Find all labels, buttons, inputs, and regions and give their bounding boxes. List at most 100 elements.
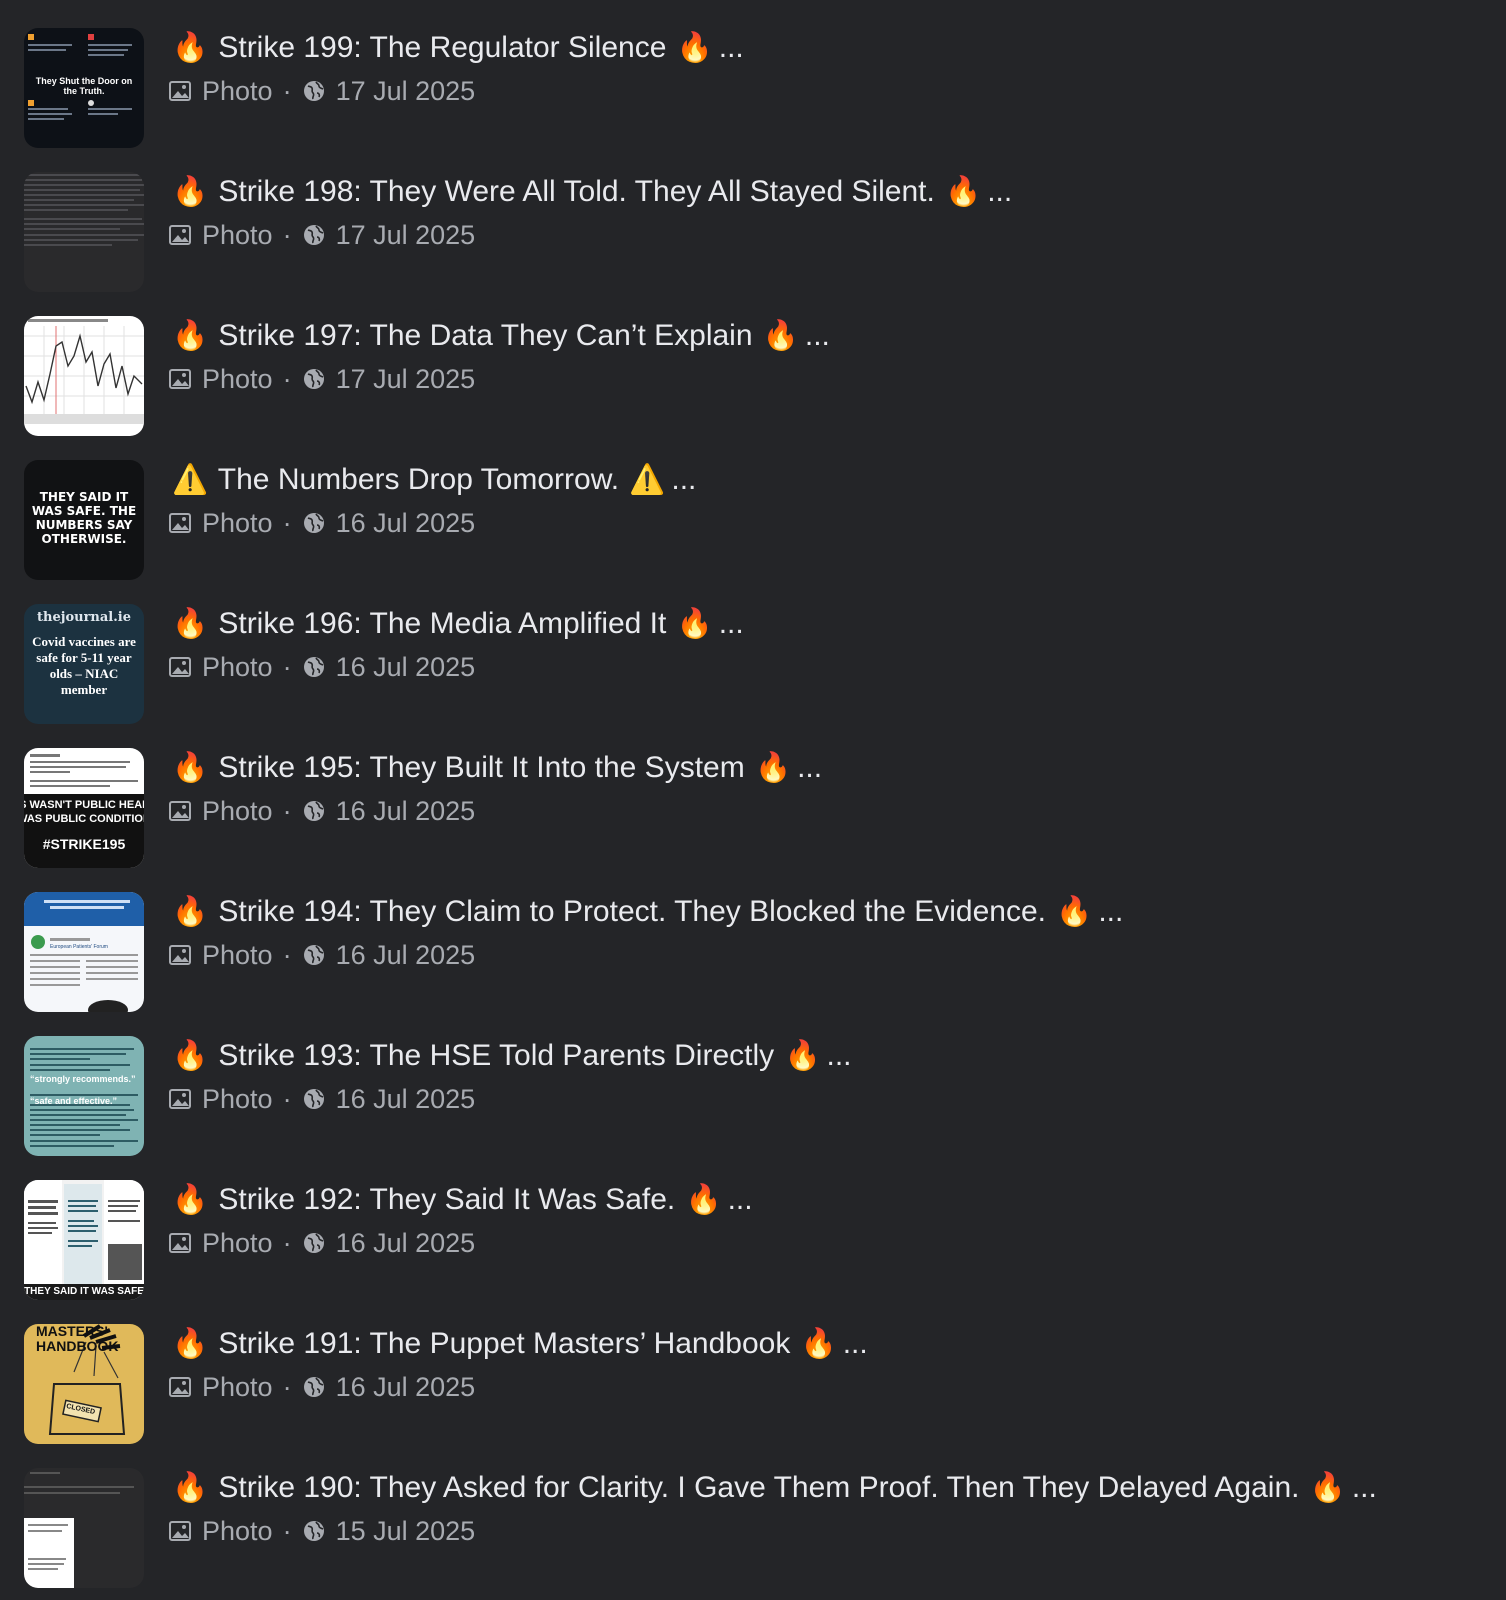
post-thumbnail[interactable]: THEY SAID IT WAS SAFE. THE NUMBERS SAY O… (24, 460, 144, 580)
post-title[interactable]: 🔥 Strike 198: They Were All Told. They A… (170, 172, 1012, 212)
post-thumbnail[interactable]: S WASN'T PUBLIC HEALWAS PUBLIC CONDITION… (24, 748, 144, 868)
post-meta: Photo · 17 Jul 2025 (168, 218, 475, 252)
post-date[interactable]: 17 Jul 2025 (336, 74, 476, 108)
thumbnail-quote: “safe and effective.” (30, 1096, 118, 1106)
warning-icon: ⚠️ (171, 464, 209, 496)
post-date[interactable]: 17 Jul 2025 (336, 362, 476, 396)
post-date[interactable]: 17 Jul 2025 (336, 218, 476, 252)
meta-separator: · (282, 1516, 292, 1546)
thumbnail-caption: European Patients' Forum (50, 944, 108, 950)
globe-icon (302, 1375, 326, 1399)
post-thumbnail[interactable] (24, 172, 144, 292)
list-item[interactable]: S WASN'T PUBLIC HEALWAS PUBLIC CONDITION… (0, 720, 1506, 868)
globe-icon (302, 367, 326, 391)
more-ellipsis[interactable]: ... (987, 175, 1012, 208)
list-item[interactable]: 🔥 Strike 197: The Data They Can’t Explai… (0, 288, 1506, 436)
globe-icon (302, 1231, 326, 1255)
post-title[interactable]: 🔥 Strike 194: They Claim to Protect. The… (170, 892, 1123, 932)
fire-icon: 🔥 (171, 896, 209, 928)
meta-separator: · (282, 364, 292, 394)
photo-icon (168, 367, 192, 391)
thumbnail-caption: MASTERS' HANDBOOK (36, 1324, 119, 1354)
post-thumbnail[interactable] (24, 316, 144, 436)
post-thumbnail[interactable]: European Patients' Forum (24, 892, 144, 1012)
fire-icon: 🔥 (1309, 1472, 1346, 1504)
more-ellipsis[interactable]: ... (797, 751, 822, 784)
list-item[interactable]: MASTERS' HANDBOOK CLOSED 🔥 Strike 191: T… (0, 1296, 1506, 1444)
post-title-text: Strike 194: They Claim to Protect. They … (218, 895, 1046, 928)
post-thumbnail[interactable]: They Shut the Door on the Truth. (24, 28, 144, 148)
globe-icon (302, 799, 326, 823)
post-date[interactable]: 15 Jul 2025 (336, 1514, 476, 1548)
meta-separator: · (282, 940, 292, 970)
fire-icon: 🔥 (800, 1328, 837, 1360)
post-date[interactable]: 16 Jul 2025 (336, 1226, 476, 1260)
post-title[interactable]: 🔥 Strike 197: The Data They Can’t Explai… (170, 316, 830, 356)
post-title[interactable]: 🔥 Strike 192: They Said It Was Safe. 🔥..… (170, 1180, 753, 1220)
post-thumbnail[interactable]: “strongly recommends.” “safe and effecti… (24, 1036, 144, 1156)
meta-separator: · (282, 1372, 292, 1402)
fire-icon: 🔥 (171, 32, 209, 64)
fire-icon: 🔥 (784, 1040, 821, 1072)
list-item[interactable]: European Patients' Forum 🔥 Strike 194: T… (0, 864, 1506, 1012)
meta-separator: · (282, 76, 292, 106)
post-date[interactable]: 16 Jul 2025 (336, 1082, 476, 1116)
fire-icon: 🔥 (1056, 896, 1093, 928)
more-ellipsis[interactable]: ... (719, 607, 744, 640)
thumbnail-caption: #STRIKE195 (42, 836, 126, 852)
more-ellipsis[interactable]: ... (671, 463, 696, 496)
globe-icon (302, 79, 326, 103)
meta-separator: · (282, 652, 292, 682)
post-title[interactable]: 🔥 Strike 190: They Asked for Clarity. I … (170, 1468, 1377, 1508)
thumbnail-caption: They Shut the Door on the Truth. (35, 76, 133, 96)
list-item[interactable]: THEY SAID IT WAS SAFE 🔥 Strike 192: They… (0, 1152, 1506, 1300)
fire-icon: 🔥 (676, 608, 713, 640)
post-type: Photo (202, 1372, 273, 1402)
post-thumbnail[interactable]: THEY SAID IT WAS SAFE (24, 1180, 144, 1300)
warning-icon: ⚠️ (629, 464, 666, 496)
list-item[interactable]: thejournal.ie Covid vaccines are safe fo… (0, 576, 1506, 724)
more-ellipsis[interactable]: ... (805, 319, 830, 352)
post-thumbnail[interactable] (24, 1468, 144, 1588)
photo-icon (168, 1375, 192, 1399)
more-ellipsis[interactable]: ... (843, 1327, 868, 1360)
post-title-text: Strike 197: The Data They Can’t Explain (218, 319, 753, 352)
post-date[interactable]: 16 Jul 2025 (336, 650, 476, 684)
fire-icon: 🔥 (685, 1184, 722, 1216)
meta-separator: · (282, 1228, 292, 1258)
post-meta: Photo · 15 Jul 2025 (168, 1514, 475, 1548)
list-item[interactable]: “strongly recommends.” “safe and effecti… (0, 1008, 1506, 1156)
list-item[interactable]: They Shut the Door on the Truth. 🔥 Strik… (0, 0, 1506, 148)
post-type: Photo (202, 220, 273, 250)
post-date[interactable]: 16 Jul 2025 (336, 794, 476, 828)
fire-icon: 🔥 (755, 752, 792, 784)
post-date[interactable]: 16 Jul 2025 (336, 1370, 476, 1404)
more-ellipsis[interactable]: ... (1352, 1471, 1377, 1504)
more-ellipsis[interactable]: ... (719, 31, 744, 64)
photo-icon (168, 799, 192, 823)
post-title[interactable]: ⚠️ The Numbers Drop Tomorrow. ⚠️... (170, 460, 696, 500)
post-title[interactable]: 🔥 Strike 193: The HSE Told Parents Direc… (170, 1036, 852, 1076)
list-item[interactable]: THEY SAID IT WAS SAFE. THE NUMBERS SAY O… (0, 432, 1506, 580)
post-title[interactable]: 🔥 Strike 199: The Regulator Silence 🔥... (170, 28, 744, 68)
photo-icon (168, 223, 192, 247)
list-item[interactable]: 🔥 Strike 198: They Were All Told. They A… (0, 144, 1506, 292)
post-thumbnail[interactable]: thejournal.ie Covid vaccines are safe fo… (24, 604, 144, 724)
more-ellipsis[interactable]: ... (728, 1183, 753, 1216)
globe-icon (302, 511, 326, 535)
fire-icon: 🔥 (171, 1040, 209, 1072)
post-type: Photo (202, 940, 273, 970)
more-ellipsis[interactable]: ... (827, 1039, 852, 1072)
post-thumbnail[interactable]: MASTERS' HANDBOOK CLOSED (24, 1324, 144, 1444)
fire-icon: 🔥 (171, 320, 209, 352)
list-item[interactable]: 🔥 Strike 190: They Asked for Clarity. I … (0, 1440, 1506, 1588)
meta-separator: · (282, 1084, 292, 1114)
fire-icon: 🔥 (171, 176, 209, 208)
more-ellipsis[interactable]: ... (1098, 895, 1123, 928)
post-date[interactable]: 16 Jul 2025 (336, 506, 476, 540)
post-title[interactable]: 🔥 Strike 196: The Media Amplified It 🔥..… (170, 604, 744, 644)
post-date[interactable]: 16 Jul 2025 (336, 938, 476, 972)
post-title[interactable]: 🔥 Strike 191: The Puppet Masters’ Handbo… (170, 1324, 868, 1364)
photo-icon (168, 655, 192, 679)
post-title[interactable]: 🔥 Strike 195: They Built It Into the Sys… (170, 748, 822, 788)
